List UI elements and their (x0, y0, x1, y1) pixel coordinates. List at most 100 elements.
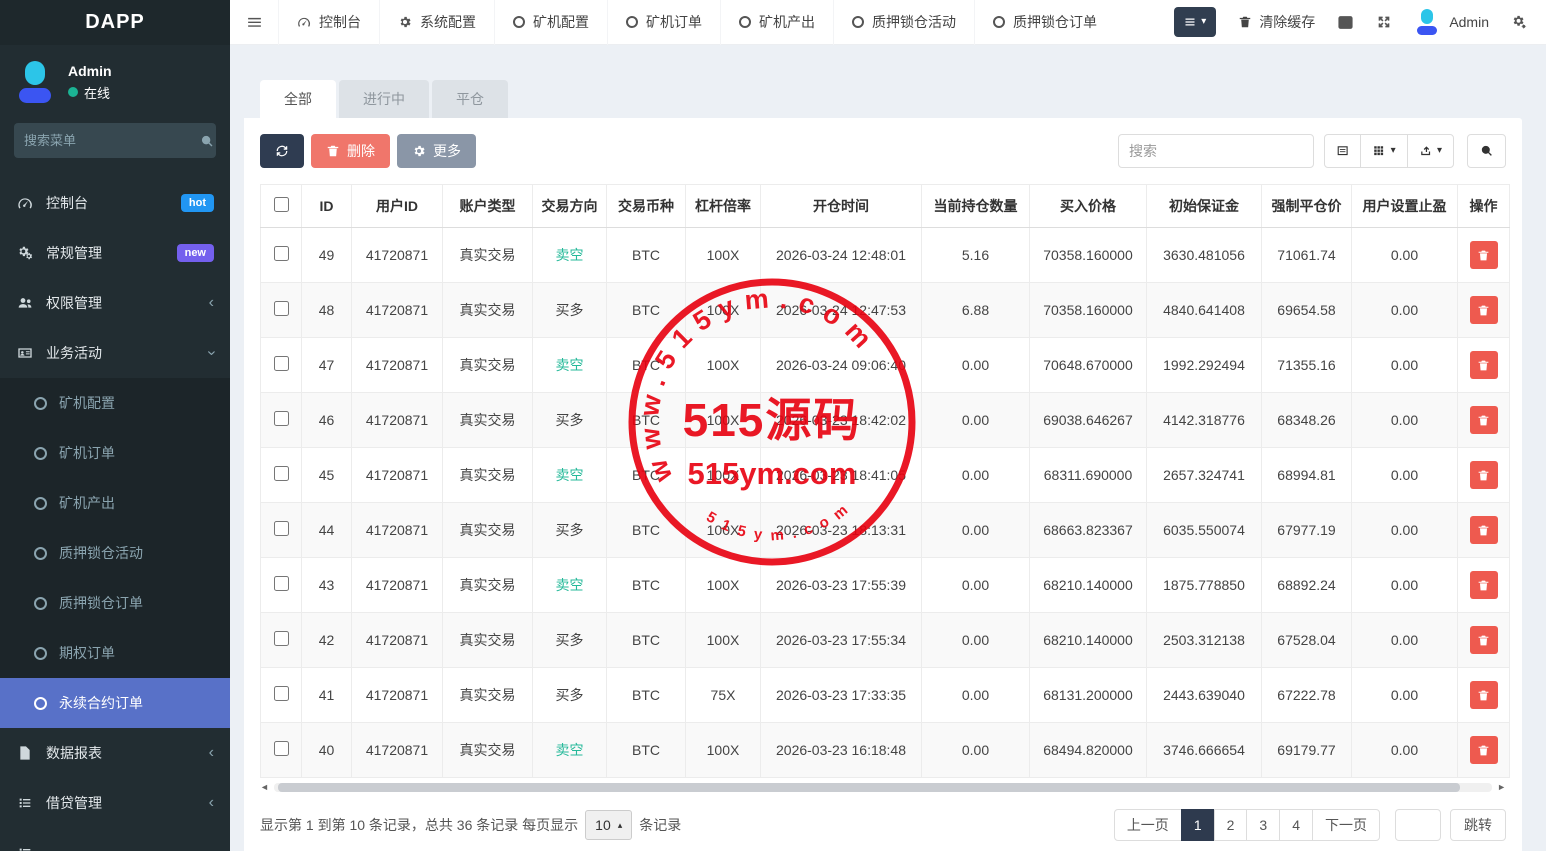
scroll-right-arrow-icon[interactable]: ► (1497, 782, 1506, 792)
more-button[interactable]: 更多 (397, 134, 476, 168)
row-checkbox[interactable] (274, 411, 289, 426)
row-checkbox[interactable] (274, 466, 289, 481)
settings-gears-icon[interactable] (1511, 14, 1528, 31)
avatar (14, 61, 56, 103)
top-navbar: 控制台系统配置矿机配置矿机订单矿机产出质押锁仓活动质押锁仓订单 ▾ 清除缓存 A… (230, 0, 1546, 45)
cell-user-id: 41720871 (352, 503, 443, 558)
column-header-1: 用户ID (352, 185, 443, 228)
tab-1[interactable]: 进行中 (339, 80, 429, 118)
sidebar-item-label: 常规管理 (46, 243, 102, 263)
row-checkbox[interactable] (274, 686, 289, 701)
table-search-input[interactable] (1118, 134, 1314, 168)
jump-page-input[interactable] (1395, 809, 1441, 841)
search-button[interactable] (1467, 134, 1506, 168)
page-button-2[interactable]: 2 (1214, 809, 1248, 841)
nav-item-0[interactable]: 控制台 (278, 0, 379, 45)
select-all-checkbox[interactable] (274, 197, 289, 212)
row-checkbox[interactable] (274, 631, 289, 646)
scrollbar-track[interactable] (274, 783, 1492, 792)
search-icon[interactable] (200, 134, 214, 148)
row-checkbox[interactable] (274, 246, 289, 261)
export-button[interactable]: ▾ (1407, 134, 1454, 168)
nav-item-1[interactable]: 系统配置 (379, 0, 494, 45)
row-checkbox[interactable] (274, 356, 289, 371)
cell-direction: 买多 (533, 393, 607, 448)
nav-item-5[interactable]: 质押锁仓活动 (833, 0, 974, 45)
column-header-3: 交易方向 (533, 185, 607, 228)
scrollbar-thumb[interactable] (278, 783, 1460, 792)
row-checkbox[interactable] (274, 576, 289, 591)
sidebar-bottom-item-0[interactable]: 数据报表‹ (0, 728, 230, 778)
page-size-select[interactable]: 10▴ (585, 810, 632, 840)
clear-cache-button[interactable]: 清除缓存 (1238, 12, 1315, 32)
scroll-left-arrow-icon[interactable]: ◄ (260, 782, 269, 792)
row-delete-button[interactable] (1470, 241, 1498, 269)
cell-direction: 卖空 (533, 558, 607, 613)
fullscreen-icon[interactable] (1376, 14, 1392, 30)
row-checkbox[interactable] (274, 741, 289, 756)
sidebar-item-1[interactable]: 常规管理 new (0, 228, 230, 278)
page-button-1[interactable]: 1 (1181, 809, 1215, 841)
row-delete-button[interactable] (1470, 296, 1498, 324)
page-button-4[interactable]: 4 (1279, 809, 1313, 841)
cell-actions (1458, 283, 1510, 338)
prev-page-button[interactable]: 上一页 (1114, 809, 1182, 841)
columns-button[interactable]: ▾ (1360, 134, 1407, 168)
sidebar-search-input[interactable] (24, 133, 200, 148)
row-checkbox[interactable] (274, 521, 289, 536)
sidebar-bottom-item-1[interactable]: 借贷管理‹ (0, 778, 230, 828)
cell-take-profit: 0.00 (1352, 228, 1458, 283)
page-button-3[interactable]: 3 (1246, 809, 1280, 841)
cell-account-type: 真实交易 (443, 723, 533, 778)
cell-direction: 卖空 (533, 448, 607, 503)
nav-item-3[interactable]: 矿机订单 (607, 0, 720, 45)
row-delete-button[interactable] (1470, 571, 1498, 599)
nav-item-6[interactable]: 质押锁仓订单 (974, 0, 1115, 45)
submenu-item-0[interactable]: 矿机配置 (0, 378, 230, 428)
submenu-item-3[interactable]: 质押锁仓活动 (0, 528, 230, 578)
sidebar-item-0[interactable]: 控制台hot (0, 178, 230, 228)
row-delete-button[interactable] (1470, 681, 1498, 709)
submenu-item-1[interactable]: 矿机订单 (0, 428, 230, 478)
submenu-item-6[interactable]: 永续合约订单 (0, 678, 230, 728)
hamburger-icon[interactable] (230, 0, 278, 45)
cell-take-profit: 0.00 (1352, 668, 1458, 723)
row-delete-button[interactable] (1470, 516, 1498, 544)
cell-checkbox (261, 668, 302, 723)
cell-take-profit: 0.00 (1352, 613, 1458, 668)
sidebar-item-2[interactable]: 权限管理‹ (0, 278, 230, 328)
refresh-button[interactable] (260, 134, 304, 168)
row-delete-button[interactable] (1470, 351, 1498, 379)
language-icon[interactable] (1337, 14, 1354, 31)
table-card: 删除 更多 ▾ ▾ (244, 118, 1522, 851)
circle-icon (626, 16, 638, 28)
sidebar-item-3[interactable]: 业务活动‹ (0, 328, 230, 378)
cell-leverage: 100X (686, 283, 761, 338)
tab-2[interactable]: 平仓 (432, 80, 508, 118)
row-delete-button[interactable] (1470, 736, 1498, 764)
row-checkbox[interactable] (274, 301, 289, 316)
submenu-item-5[interactable]: 期权订单 (0, 628, 230, 678)
row-delete-button[interactable] (1470, 461, 1498, 489)
cell-leverage: 100X (686, 503, 761, 558)
badge-new: new (177, 244, 214, 262)
navbar-user[interactable]: Admin (1414, 9, 1489, 35)
row-delete-button[interactable] (1470, 626, 1498, 654)
sidebar-bottom-item-2[interactable] (0, 828, 230, 851)
circle-icon (993, 16, 1005, 28)
delete-button[interactable]: 删除 (311, 134, 390, 168)
submenu-item-4[interactable]: 质押锁仓订单 (0, 578, 230, 628)
cell-liq-price: 68348.26 (1262, 393, 1352, 448)
user-status: 在线 (68, 83, 112, 102)
nav-list-toggle-button[interactable]: ▾ (1174, 7, 1216, 37)
cell-position: 0.00 (922, 668, 1030, 723)
nav-item-4[interactable]: 矿机产出 (720, 0, 833, 45)
detail-view-button[interactable] (1324, 134, 1361, 168)
jump-button[interactable]: 跳转 (1450, 809, 1506, 841)
row-delete-button[interactable] (1470, 406, 1498, 434)
tab-0[interactable]: 全部 (260, 80, 336, 118)
nav-item-2[interactable]: 矿机配置 (494, 0, 607, 45)
submenu-item-2[interactable]: 矿机产出 (0, 478, 230, 528)
next-page-button[interactable]: 下一页 (1312, 809, 1380, 841)
cell-leverage: 100X (686, 393, 761, 448)
